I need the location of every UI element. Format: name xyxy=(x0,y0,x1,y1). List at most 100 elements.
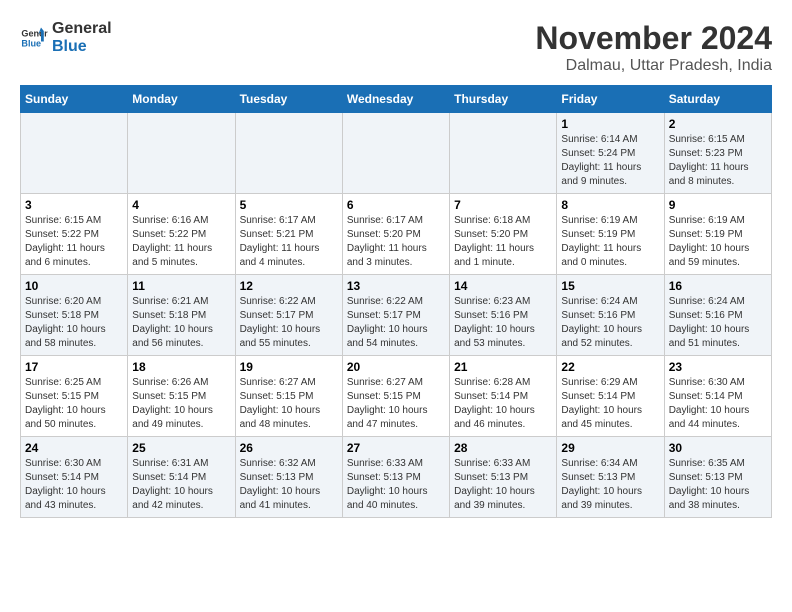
calendar-cell: 27 Sunrise: 6:33 AM Sunset: 5:13 PM Dayli… xyxy=(342,437,449,518)
day-number: 28 xyxy=(454,441,552,455)
calendar-table: SundayMondayTuesdayWednesdayThursdayFrid… xyxy=(20,85,772,518)
day-number: 4 xyxy=(132,198,230,212)
day-number: 10 xyxy=(25,279,123,293)
calendar-cell: 30 Sunrise: 6:35 AM Sunset: 5:13 PM Dayli… xyxy=(664,437,771,518)
day-number: 17 xyxy=(25,360,123,374)
calendar-cell xyxy=(128,113,235,194)
month-title: November 2024 xyxy=(535,20,772,57)
calendar-cell: 14 Sunrise: 6:23 AM Sunset: 5:16 PM Dayli… xyxy=(450,275,557,356)
day-info: Sunrise: 6:28 AM Sunset: 5:14 PM Dayligh… xyxy=(454,376,552,432)
day-info: Sunrise: 6:35 AM Sunset: 5:13 PM Dayligh… xyxy=(669,457,767,513)
calendar-cell: 20 Sunrise: 6:27 AM Sunset: 5:15 PM Dayli… xyxy=(342,356,449,437)
day-info: Sunrise: 6:30 AM Sunset: 5:14 PM Dayligh… xyxy=(25,457,123,513)
calendar-cell: 6 Sunrise: 6:17 AM Sunset: 5:20 PM Daylig… xyxy=(342,194,449,275)
calendar-week-row: 3 Sunrise: 6:15 AM Sunset: 5:22 PM Daylig… xyxy=(21,194,772,275)
calendar-cell: 15 Sunrise: 6:24 AM Sunset: 5:16 PM Dayli… xyxy=(557,275,664,356)
day-number: 14 xyxy=(454,279,552,293)
calendar-cell xyxy=(342,113,449,194)
day-info: Sunrise: 6:19 AM Sunset: 5:19 PM Dayligh… xyxy=(561,214,659,270)
day-number: 16 xyxy=(669,279,767,293)
weekday-header: Wednesday xyxy=(342,86,449,113)
calendar-cell: 11 Sunrise: 6:21 AM Sunset: 5:18 PM Dayli… xyxy=(128,275,235,356)
svg-text:Blue: Blue xyxy=(21,38,41,48)
day-info: Sunrise: 6:26 AM Sunset: 5:15 PM Dayligh… xyxy=(132,376,230,432)
day-info: Sunrise: 6:21 AM Sunset: 5:18 PM Dayligh… xyxy=(132,295,230,351)
calendar-cell: 12Sunrise: 6:22 AM Sunset: 5:17 PM Dayli… xyxy=(235,275,342,356)
day-number: 7 xyxy=(454,198,552,212)
day-number: 24 xyxy=(25,441,123,455)
day-number: 30 xyxy=(669,441,767,455)
day-info: Sunrise: 6:33 AM Sunset: 5:13 PM Dayligh… xyxy=(454,457,552,513)
weekday-header: Thursday xyxy=(450,86,557,113)
calendar-week-row: 10 Sunrise: 6:20 AM Sunset: 5:18 PM Dayli… xyxy=(21,275,772,356)
day-info: Sunrise: 6:27 AM Sunset: 5:15 PM Dayligh… xyxy=(240,376,338,432)
day-number: 27 xyxy=(347,441,445,455)
day-info: Sunrise: 6:19 AM Sunset: 5:19 PM Dayligh… xyxy=(669,214,767,270)
calendar-cell: 21 Sunrise: 6:28 AM Sunset: 5:14 PM Dayli… xyxy=(450,356,557,437)
calendar-cell: 4Sunrise: 6:16 AM Sunset: 5:22 PM Daylig… xyxy=(128,194,235,275)
calendar-cell: 22 Sunrise: 6:29 AM Sunset: 5:14 PM Dayli… xyxy=(557,356,664,437)
day-number: 13 xyxy=(347,279,445,293)
day-info: Sunrise: 6:17 AM Sunset: 5:21 PM Dayligh… xyxy=(240,214,338,270)
day-info: Sunrise: 6:15 AM Sunset: 5:23 PM Dayligh… xyxy=(669,133,767,189)
day-info: Sunrise: 6:20 AM Sunset: 5:18 PM Dayligh… xyxy=(25,295,123,351)
day-number: 22 xyxy=(561,360,659,374)
logo: General Blue General Blue xyxy=(20,20,112,56)
calendar-cell: 23Sunrise: 6:30 AM Sunset: 5:14 PM Dayli… xyxy=(664,356,771,437)
day-number: 3 xyxy=(25,198,123,212)
day-number: 2 xyxy=(669,117,767,131)
day-number: 6 xyxy=(347,198,445,212)
day-number: 5 xyxy=(240,198,338,212)
day-number: 15 xyxy=(561,279,659,293)
day-info: Sunrise: 6:14 AM Sunset: 5:24 PM Dayligh… xyxy=(561,133,659,189)
weekday-header: Monday xyxy=(128,86,235,113)
day-info: Sunrise: 6:34 AM Sunset: 5:13 PM Dayligh… xyxy=(561,457,659,513)
day-info: Sunrise: 6:24 AM Sunset: 5:16 PM Dayligh… xyxy=(561,295,659,351)
calendar-cell: 13Sunrise: 6:22 AM Sunset: 5:17 PM Dayli… xyxy=(342,275,449,356)
title-area: November 2024 Dalmau, Uttar Pradesh, Ind… xyxy=(535,20,772,75)
logo-line2: Blue xyxy=(52,38,112,56)
day-info: Sunrise: 6:32 AM Sunset: 5:13 PM Dayligh… xyxy=(240,457,338,513)
calendar-cell: 1 Sunrise: 6:14 AM Sunset: 5:24 PM Daylig… xyxy=(557,113,664,194)
page-header: General Blue General Blue November 2024 … xyxy=(20,20,772,75)
calendar-cell: 18Sunrise: 6:26 AM Sunset: 5:15 PM Dayli… xyxy=(128,356,235,437)
calendar-week-row: 17Sunrise: 6:25 AM Sunset: 5:15 PM Dayli… xyxy=(21,356,772,437)
day-info: Sunrise: 6:15 AM Sunset: 5:22 PM Dayligh… xyxy=(25,214,123,270)
calendar-cell xyxy=(21,113,128,194)
calendar-cell: 5 Sunrise: 6:17 AM Sunset: 5:21 PM Daylig… xyxy=(235,194,342,275)
logo-line1: General xyxy=(52,20,112,38)
day-number: 19 xyxy=(240,360,338,374)
day-info: Sunrise: 6:17 AM Sunset: 5:20 PM Dayligh… xyxy=(347,214,445,270)
weekday-header: Friday xyxy=(557,86,664,113)
calendar-cell: 17Sunrise: 6:25 AM Sunset: 5:15 PM Dayli… xyxy=(21,356,128,437)
calendar-header-row: SundayMondayTuesdayWednesdayThursdayFrid… xyxy=(21,86,772,113)
calendar-cell: 9 Sunrise: 6:19 AM Sunset: 5:19 PM Daylig… xyxy=(664,194,771,275)
day-number: 8 xyxy=(561,198,659,212)
location-subtitle: Dalmau, Uttar Pradesh, India xyxy=(535,57,772,75)
day-number: 21 xyxy=(454,360,552,374)
calendar-week-row: 1 Sunrise: 6:14 AM Sunset: 5:24 PM Daylig… xyxy=(21,113,772,194)
day-info: Sunrise: 6:23 AM Sunset: 5:16 PM Dayligh… xyxy=(454,295,552,351)
weekday-header: Saturday xyxy=(664,86,771,113)
day-number: 11 xyxy=(132,279,230,293)
day-info: Sunrise: 6:29 AM Sunset: 5:14 PM Dayligh… xyxy=(561,376,659,432)
calendar-cell: 24 Sunrise: 6:30 AM Sunset: 5:14 PM Dayli… xyxy=(21,437,128,518)
day-info: Sunrise: 6:24 AM Sunset: 5:16 PM Dayligh… xyxy=(669,295,767,351)
calendar-cell: 10 Sunrise: 6:20 AM Sunset: 5:18 PM Dayli… xyxy=(21,275,128,356)
day-number: 1 xyxy=(561,117,659,131)
day-info: Sunrise: 6:22 AM Sunset: 5:17 PM Dayligh… xyxy=(240,295,338,351)
day-number: 9 xyxy=(669,198,767,212)
calendar-cell: 26Sunrise: 6:32 AM Sunset: 5:13 PM Dayli… xyxy=(235,437,342,518)
calendar-cell: 28 Sunrise: 6:33 AM Sunset: 5:13 PM Dayli… xyxy=(450,437,557,518)
day-number: 25 xyxy=(132,441,230,455)
calendar-cell: 2 Sunrise: 6:15 AM Sunset: 5:23 PM Daylig… xyxy=(664,113,771,194)
day-info: Sunrise: 6:31 AM Sunset: 5:14 PM Dayligh… xyxy=(132,457,230,513)
calendar-cell: 16 Sunrise: 6:24 AM Sunset: 5:16 PM Dayli… xyxy=(664,275,771,356)
calendar-cell: 3 Sunrise: 6:15 AM Sunset: 5:22 PM Daylig… xyxy=(21,194,128,275)
day-info: Sunrise: 6:33 AM Sunset: 5:13 PM Dayligh… xyxy=(347,457,445,513)
day-info: Sunrise: 6:27 AM Sunset: 5:15 PM Dayligh… xyxy=(347,376,445,432)
calendar-cell: 29Sunrise: 6:34 AM Sunset: 5:13 PM Dayli… xyxy=(557,437,664,518)
calendar-cell: 8 Sunrise: 6:19 AM Sunset: 5:19 PM Daylig… xyxy=(557,194,664,275)
day-number: 20 xyxy=(347,360,445,374)
day-number: 23 xyxy=(669,360,767,374)
